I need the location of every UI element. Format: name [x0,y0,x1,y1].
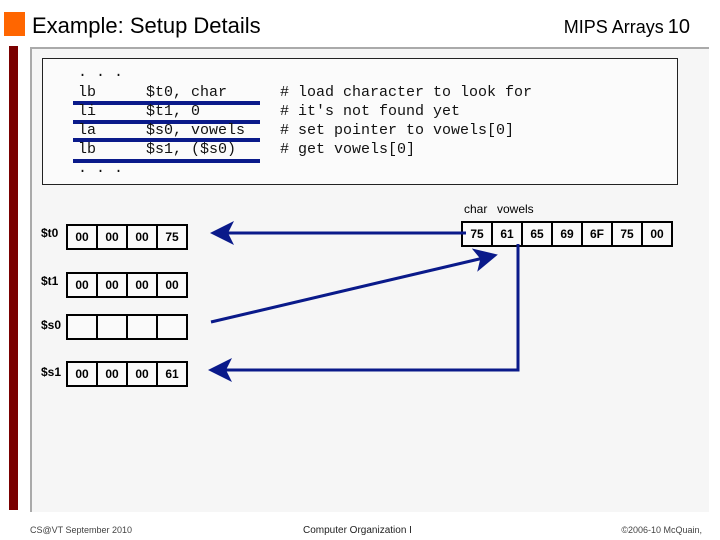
footer-center: Computer Organization I [303,525,412,536]
arrow-s0-to-vowels [210,248,498,324]
arrow-vowels0-to-s1 [208,244,520,382]
arrows-layer [208,221,520,382]
footer-right: ©2006-10 McQuain, [621,525,702,535]
footer-left: CS@VT September 2010 [30,525,133,535]
